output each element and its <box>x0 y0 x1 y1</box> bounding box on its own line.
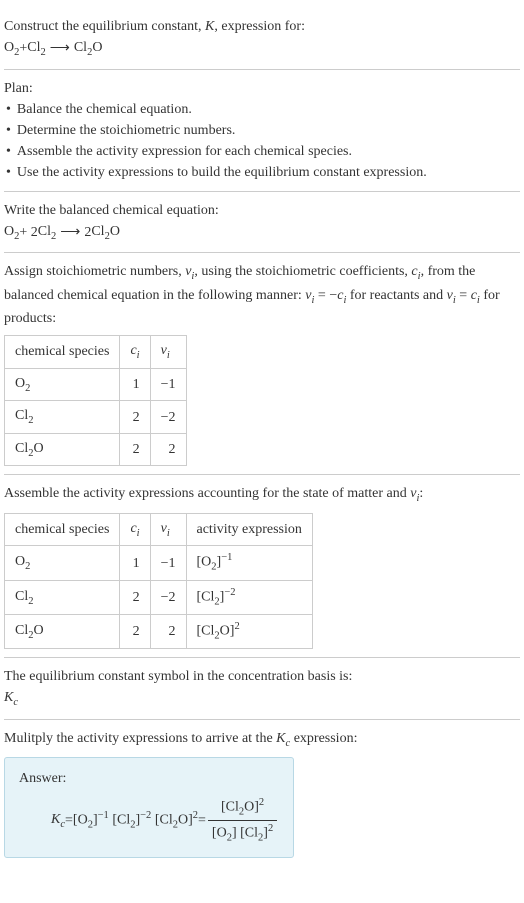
k-symbol: K <box>205 19 214 34</box>
table-header-row: chemical species ci νi activity expressi… <box>5 513 313 546</box>
table-row: Cl2O 2 2 <box>5 433 187 466</box>
bal-o2: O2 <box>4 221 19 245</box>
stoich-table: chemical species ci νi O2 1 −1 Cl2 2 −2 … <box>4 335 187 466</box>
cell-c: 2 <box>120 614 150 648</box>
eq-cl2o: Cl2O <box>74 37 103 61</box>
cell-species: Cl2 <box>5 580 120 614</box>
eq-cl2: Cl2 <box>27 37 45 61</box>
intro-line1: Construct the equilibrium constant, <box>4 19 205 34</box>
balanced-section: Write the balanced chemical equation: O2… <box>4 192 520 254</box>
basis-section: The equilibrium constant symbol in the c… <box>4 658 520 720</box>
term1: [O2]−1 <box>73 808 109 833</box>
cell-nu: −1 <box>150 546 186 580</box>
eq-plus: + <box>19 38 27 59</box>
cell-nu: −1 <box>150 368 186 401</box>
bal-cl2o: Cl2O <box>91 221 120 245</box>
equals2: = <box>198 810 206 831</box>
activity-text: Assemble the activity expressions accoun… <box>4 483 520 507</box>
cell-nu: −2 <box>150 401 186 434</box>
assign-text: Assign stoichiometric numbers, νi, using… <box>4 261 520 329</box>
cell-c: 2 <box>120 433 150 466</box>
multiply-section: Mulitply the activity expressions to arr… <box>4 720 520 866</box>
basis-symbol: Kc <box>4 687 520 711</box>
intro-line1b: , expression for: <box>214 19 305 34</box>
fraction: [Cl2O]2 [O2] [Cl2]2 <box>208 795 277 846</box>
activity-table: chemical species ci νi activity expressi… <box>4 513 313 649</box>
multiply-text: Mulitply the activity expressions to arr… <box>4 728 520 752</box>
cell-species: Cl2O <box>5 433 120 466</box>
plan-item: Use the activity expressions to build th… <box>6 162 520 183</box>
col-activity: activity expression <box>186 513 312 546</box>
plan-section: Plan: Balance the chemical equation. Det… <box>4 70 520 192</box>
cell-species: O2 <box>5 546 120 580</box>
cell-species: O2 <box>5 368 120 401</box>
cell-c: 2 <box>120 580 150 614</box>
col-nui: νi <box>150 336 186 369</box>
answer-box: Answer: Kc = [O2]−1 [Cl2]−2 [Cl2O]2 = [C… <box>4 757 294 857</box>
numerator: [Cl2O]2 <box>217 795 268 820</box>
equals: = <box>65 810 73 831</box>
balanced-title: Write the balanced chemical equation: <box>4 200 520 221</box>
col-nui: νi <box>150 513 186 546</box>
activity-section: Assemble the activity expressions accoun… <box>4 475 520 658</box>
cell-nu: 2 <box>150 614 186 648</box>
cell-nu: 2 <box>150 433 186 466</box>
eq-o2: O2 <box>4 37 19 61</box>
table-row: Cl2O 2 2 [Cl2O]2 <box>5 614 313 648</box>
cell-c: 1 <box>120 368 150 401</box>
denominator: [O2] [Cl2]2 <box>208 820 277 846</box>
kc: Kc <box>51 809 65 833</box>
table-header-row: chemical species ci νi <box>5 336 187 369</box>
plan-title: Plan: <box>4 78 520 99</box>
bal-cl2: Cl2 <box>38 221 56 245</box>
cell-activity: [Cl2O]2 <box>186 614 312 648</box>
intro-text: Construct the equilibrium constant, K, e… <box>4 16 520 37</box>
plan-item: Determine the stoichiometric numbers. <box>6 120 520 141</box>
plan-bullets: Balance the chemical equation. Determine… <box>6 99 520 183</box>
cell-nu: −2 <box>150 580 186 614</box>
col-species: chemical species <box>5 513 120 546</box>
balanced-equation: O2 + 2 Cl2 ⟶ 2 Cl2O <box>4 221 520 245</box>
cell-species: Cl2O <box>5 614 120 648</box>
table-row: Cl2 2 −2 <box>5 401 187 434</box>
arrow-icon: ⟶ <box>56 222 84 243</box>
basis-text: The equilibrium constant symbol in the c… <box>4 666 520 687</box>
answer-expression: Kc = [O2]−1 [Cl2]−2 [Cl2O]2 = [Cl2O]2 [O… <box>19 795 279 846</box>
term2: [Cl2]−2 <box>112 808 151 833</box>
bal-rhs-coef: 2 <box>84 222 91 243</box>
plan-item: Balance the chemical equation. <box>6 99 520 120</box>
table-row: O2 1 −1 [O2]−1 <box>5 546 313 580</box>
cell-species: Cl2 <box>5 401 120 434</box>
term3: [Cl2O]2 <box>155 808 198 833</box>
cell-activity: [O2]−1 <box>186 546 312 580</box>
plan-item: Assemble the activity expression for eac… <box>6 141 520 162</box>
cell-c: 2 <box>120 401 150 434</box>
arrow-icon: ⟶ <box>46 38 74 59</box>
cell-activity: [Cl2]−2 <box>186 580 312 614</box>
bal-plus: + 2 <box>19 222 37 243</box>
col-species: chemical species <box>5 336 120 369</box>
answer-label: Answer: <box>19 768 279 789</box>
assign-section: Assign stoichiometric numbers, νi, using… <box>4 253 520 475</box>
intro-section: Construct the equilibrium constant, K, e… <box>4 8 520 70</box>
col-ci: ci <box>120 336 150 369</box>
intro-equation: O2 + Cl2 ⟶ Cl2O <box>4 37 520 61</box>
table-row: Cl2 2 −2 [Cl2]−2 <box>5 580 313 614</box>
col-ci: ci <box>120 513 150 546</box>
cell-c: 1 <box>120 546 150 580</box>
table-row: O2 1 −1 <box>5 368 187 401</box>
